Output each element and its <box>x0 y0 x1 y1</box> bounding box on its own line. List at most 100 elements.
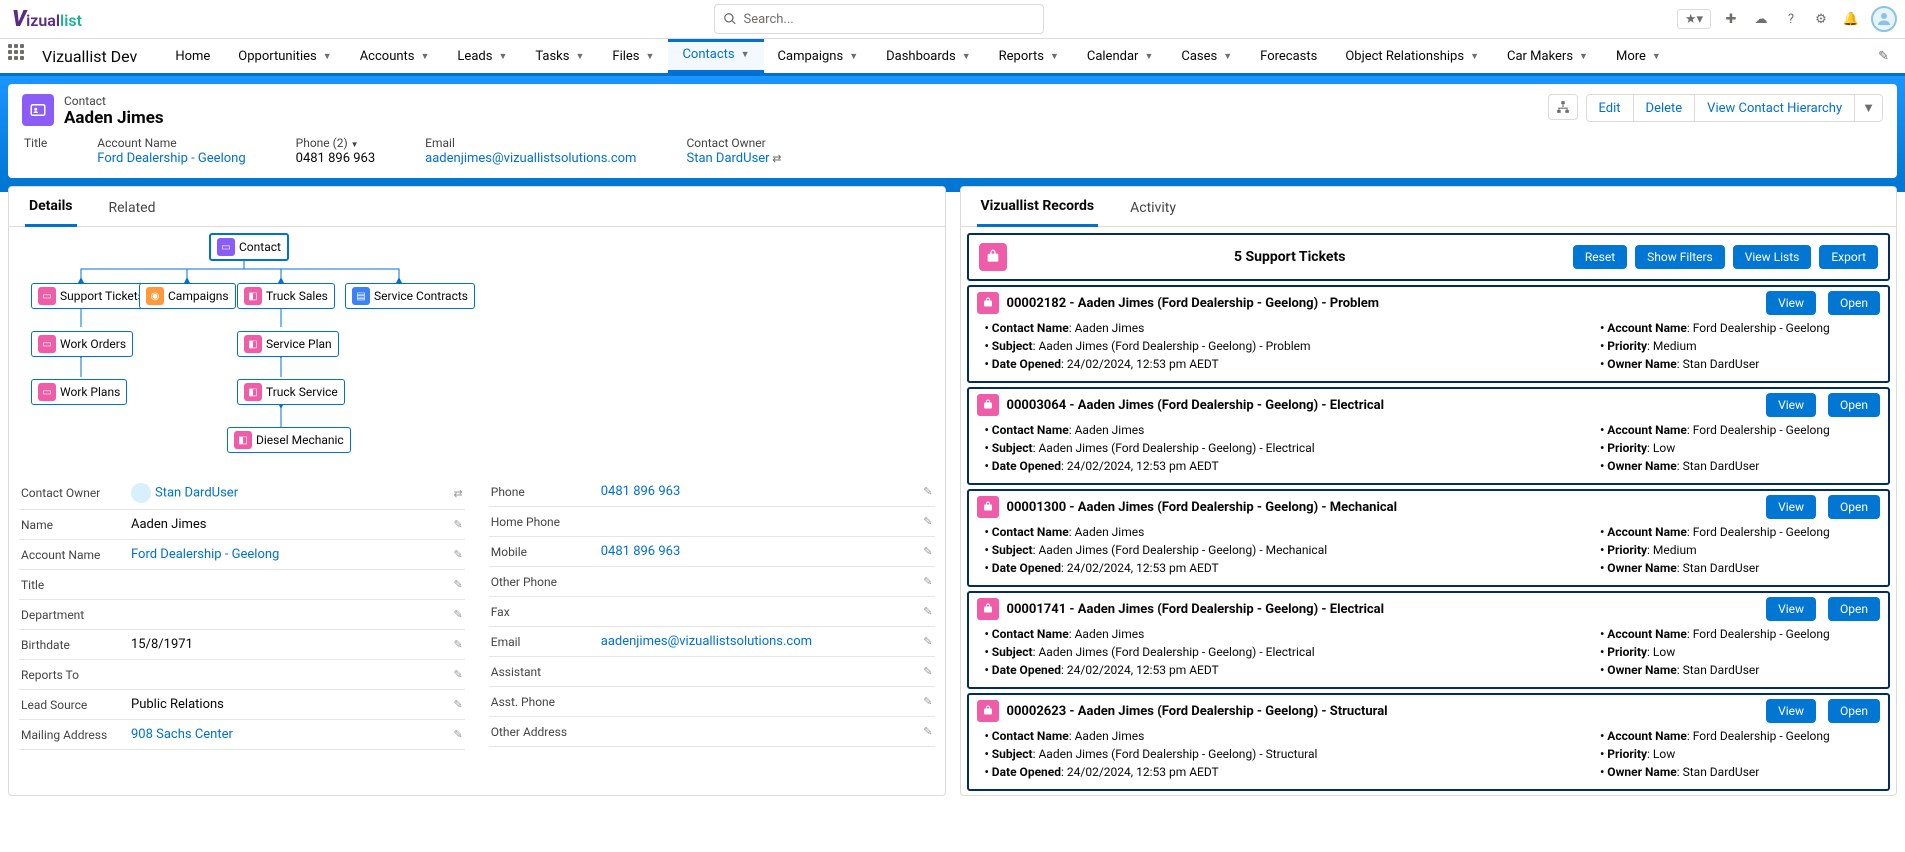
change-owner-icon[interactable]: ⇄ <box>454 487 463 500</box>
chevron-down-icon: ▼ <box>1223 51 1232 62</box>
view-ticket-button[interactable]: View <box>1766 393 1816 417</box>
tab-activity[interactable]: Activity <box>1126 190 1180 226</box>
edit-field-pencil-icon[interactable]: ✎ <box>923 725 932 738</box>
nav-item-opportunities[interactable]: Opportunities▼ <box>224 39 345 73</box>
edit-field-pencil-icon[interactable]: ✎ <box>454 698 463 711</box>
ticket-title: 00003064 - Aaden Jimes (Ford Dealership … <box>1007 398 1759 413</box>
edit-field-pencil-icon[interactable]: ✎ <box>923 605 932 618</box>
open-ticket-button[interactable]: Open <box>1828 495 1880 519</box>
field-link[interactable]: Ford Dealership - Geelong <box>97 151 245 166</box>
edit-field-pencil-icon[interactable]: ✎ <box>454 668 463 681</box>
more-actions-button[interactable]: ▼ <box>1855 94 1883 122</box>
tab-details[interactable]: Details <box>25 188 77 227</box>
view-hierarchy-button[interactable]: View Contact Hierarchy <box>1695 94 1855 122</box>
edit-field-pencil-icon[interactable]: ✎ <box>923 695 932 708</box>
notifications-bell-icon[interactable]: 🔔 <box>1841 9 1861 29</box>
view-ticket-button[interactable]: View <box>1766 699 1816 723</box>
nav-item-reports[interactable]: Reports▼ <box>985 39 1073 73</box>
reset-button[interactable]: Reset <box>1573 245 1627 269</box>
nav-item-dashboards[interactable]: Dashboards▼ <box>872 39 985 73</box>
detail-link[interactable]: Ford Dealership - Geelong <box>131 547 279 562</box>
nav-item-contacts[interactable]: Contacts▼ <box>668 39 763 73</box>
highlight-field: Title <box>24 136 47 166</box>
app-name: Vizuallist Dev <box>42 47 137 66</box>
node-truck-service[interactable]: ◧Truck Service <box>237 379 345 405</box>
nav-item-object-relationships[interactable]: Object Relationships▼ <box>1331 39 1493 73</box>
nav-item-campaigns[interactable]: Campaigns▼ <box>764 39 873 73</box>
edit-field-pencil-icon[interactable]: ✎ <box>454 638 463 651</box>
node-work-orders[interactable]: ▭Work Orders <box>31 331 133 357</box>
edit-field-pencil-icon[interactable]: ✎ <box>923 635 932 648</box>
edit-field-pencil-icon[interactable]: ✎ <box>923 575 932 588</box>
view-lists-button[interactable]: View Lists <box>1733 245 1812 269</box>
show-filters-button[interactable]: Show Filters <box>1635 245 1725 269</box>
field-link[interactable]: Stan DardUser <box>686 151 769 166</box>
edit-field-pencil-icon[interactable]: ✎ <box>454 518 463 531</box>
tab-related[interactable]: Related <box>105 190 160 226</box>
nav-item-calendar[interactable]: Calendar▼ <box>1073 39 1168 73</box>
nav-item-forecasts[interactable]: Forecasts <box>1246 39 1331 73</box>
open-ticket-button[interactable]: Open <box>1828 699 1880 723</box>
edit-button[interactable]: Edit <box>1586 94 1634 122</box>
nav-item-cases[interactable]: Cases▼ <box>1167 39 1246 73</box>
help-icon[interactable]: ? <box>1781 9 1801 29</box>
edit-field-pencil-icon[interactable]: ✎ <box>454 728 463 741</box>
nav-item-accounts[interactable]: Accounts▼ <box>346 39 444 73</box>
edit-field-pencil-icon[interactable]: ✎ <box>923 545 932 558</box>
edit-field-pencil-icon[interactable]: ✎ <box>454 548 463 561</box>
detail-row: Reports To✎ <box>19 660 465 690</box>
add-button[interactable]: ✚ <box>1721 9 1741 29</box>
ticket-icon <box>977 394 999 416</box>
edit-field-pencil-icon[interactable]: ✎ <box>923 665 932 678</box>
node-service-contracts[interactable]: ▤Service Contracts <box>345 283 475 309</box>
favorites-button[interactable]: ★▾ <box>1677 9 1711 29</box>
nav-item-leads[interactable]: Leads▼ <box>443 39 521 73</box>
detail-link[interactable]: 0481 896 963 <box>601 544 681 559</box>
hierarchy-icon-button[interactable] <box>1548 94 1578 120</box>
edit-field-pencil-icon[interactable]: ✎ <box>923 485 932 498</box>
chevron-down-icon: ▼ <box>1470 51 1479 62</box>
node-support-tickets[interactable]: ▭Support Tickets <box>31 283 151 309</box>
open-ticket-button[interactable]: Open <box>1828 291 1880 315</box>
global-search[interactable]: Search... <box>714 4 1044 34</box>
salesforce-help-icon[interactable]: ☁ <box>1751 9 1771 29</box>
edit-field-pencil-icon[interactable]: ✎ <box>454 608 463 621</box>
view-ticket-button[interactable]: View <box>1766 597 1816 621</box>
mechanic-icon: ◧ <box>234 431 252 449</box>
view-ticket-button[interactable]: View <box>1766 495 1816 519</box>
ticket-icon <box>977 700 999 722</box>
app-launcher-icon[interactable] <box>8 44 32 68</box>
detail-link[interactable]: aadenjimes@vizuallistsolutions.com <box>601 634 812 649</box>
node-diesel-mechanic[interactable]: ◧Diesel Mechanic <box>227 427 351 453</box>
ticket-card: 00003064 - Aaden Jimes (Ford Dealership … <box>967 387 1891 485</box>
view-ticket-button[interactable]: View <box>1766 291 1816 315</box>
tab-vizuallist-records[interactable]: Vizuallist Records <box>977 188 1099 227</box>
node-work-plans[interactable]: ▭Work Plans <box>31 379 127 405</box>
search-icon <box>723 12 737 26</box>
chevron-down-icon[interactable]: ▼ <box>351 140 359 149</box>
open-ticket-button[interactable]: Open <box>1828 597 1880 621</box>
delete-button[interactable]: Delete <box>1634 94 1696 122</box>
node-contact[interactable]: ▭Contact <box>209 233 289 261</box>
nav-item-tasks[interactable]: Tasks▼ <box>521 39 598 73</box>
detail-link[interactable]: Stan DardUser <box>155 485 238 500</box>
chevron-down-icon: ▼ <box>962 51 971 62</box>
node-campaigns[interactable]: ◉Campaigns <box>139 283 236 309</box>
edit-nav-pencil-icon[interactable]: ✎ <box>1878 49 1889 64</box>
nav-item-files[interactable]: Files▼ <box>598 39 668 73</box>
nav-item-home[interactable]: Home <box>161 39 224 73</box>
node-truck-sales[interactable]: ◧Truck Sales <box>237 283 335 309</box>
edit-field-pencil-icon[interactable]: ✎ <box>454 578 463 591</box>
node-service-plan[interactable]: ◧Service Plan <box>237 331 339 357</box>
field-link[interactable]: aadenjimes@vizuallistsolutions.com <box>425 151 636 166</box>
nav-item-car-makers[interactable]: Car Makers▼ <box>1493 39 1602 73</box>
user-avatar[interactable] <box>1871 6 1897 32</box>
export-button[interactable]: Export <box>1819 245 1878 269</box>
detail-link[interactable]: 0481 896 963 <box>601 484 681 499</box>
open-ticket-button[interactable]: Open <box>1828 393 1880 417</box>
detail-link[interactable]: 908 Sachs Center <box>131 727 233 742</box>
change-owner-icon[interactable]: ⇄ <box>770 152 782 165</box>
edit-field-pencil-icon[interactable]: ✎ <box>923 515 932 528</box>
setup-gear-icon[interactable]: ⚙ <box>1811 9 1831 29</box>
nav-item-more[interactable]: More▼ <box>1602 39 1675 73</box>
